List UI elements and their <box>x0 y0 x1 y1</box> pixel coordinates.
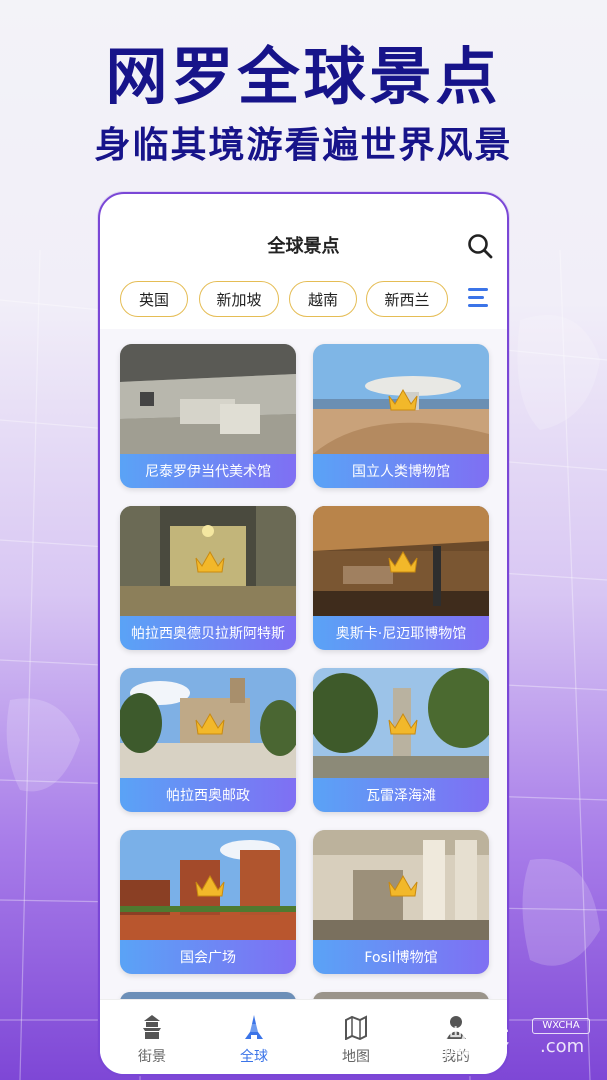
vip-crown-icon <box>195 874 225 897</box>
search-icon <box>468 234 493 259</box>
search-button[interactable] <box>466 232 494 260</box>
attraction-card[interactable]: 尼泰罗伊当代美术馆 <box>120 344 296 488</box>
vip-crown-icon <box>388 874 418 897</box>
vip-crown-icon <box>388 388 418 411</box>
pagoda-icon <box>143 1015 161 1039</box>
attraction-card[interactable]: 奥斯卡·尼迈耶博物馆 <box>313 506 489 650</box>
watermark-badge: WXCHA <box>532 1018 590 1034</box>
vip-crown-icon <box>195 550 225 573</box>
attraction-card[interactable]: Fosil博物馆 <box>313 830 489 974</box>
site-watermark: 微茶 WXCHA .com <box>440 1010 600 1064</box>
attraction-name: 尼泰罗伊当代美术馆 <box>120 454 296 488</box>
tab-global[interactable]: 全球 <box>224 1010 284 1070</box>
country-filter-chips: 英国 新加坡 越南 新西兰 <box>120 281 500 317</box>
tower-icon <box>245 1015 263 1039</box>
tab-label: 全球 <box>240 1049 268 1065</box>
top-bar: 全球景点 <box>100 194 507 289</box>
attraction-name: 国立人类博物馆 <box>313 454 489 488</box>
tab-label: 街景 <box>138 1049 166 1065</box>
attraction-card[interactable]: 帕拉西奥德贝拉斯阿特斯 <box>120 506 296 650</box>
map-icon <box>345 1015 367 1040</box>
attraction-name: 帕拉西奥德贝拉斯阿特斯 <box>120 616 296 650</box>
attraction-photo <box>120 344 296 454</box>
watermark-text: 微茶 <box>440 1024 512 1064</box>
attraction-card[interactable] <box>120 992 296 999</box>
filter-menu-button[interactable] <box>468 288 492 310</box>
hero-title: 网罗全球景点 <box>105 40 502 113</box>
tab-street-view[interactable]: 街景 <box>122 1010 182 1070</box>
attraction-card[interactable]: 国立人类博物馆 <box>313 344 489 488</box>
attraction-card[interactable]: 帕拉西奥邮政 <box>120 668 296 812</box>
chip-singapore[interactable]: 新加坡 <box>199 281 279 317</box>
vip-crown-icon <box>388 712 418 735</box>
chip-uk[interactable]: 英国 <box>120 281 188 317</box>
vip-crown-icon <box>388 550 418 573</box>
tab-map[interactable]: 地图 <box>326 1010 386 1070</box>
chip-new-zealand[interactable]: 新西兰 <box>366 281 448 317</box>
tab-label: 地图 <box>342 1049 370 1065</box>
attraction-card[interactable]: 国会广场 <box>120 830 296 974</box>
page-title: 全球景点 <box>267 236 340 257</box>
attraction-grid[interactable]: 尼泰罗伊当代美术馆 国立人类博物馆 帕拉西奥德贝拉斯阿特斯 奥斯卡·尼迈耶博物馆… <box>100 329 507 999</box>
vip-crown-icon <box>195 712 225 735</box>
attraction-name: Fosil博物馆 <box>313 940 489 974</box>
hero-subtitle: 身临其境游看遍世界风景 <box>94 125 513 166</box>
attraction-name: 奥斯卡·尼迈耶博物馆 <box>313 616 489 650</box>
watermark-domain: .com <box>540 1036 585 1057</box>
chip-vietnam[interactable]: 越南 <box>289 281 357 317</box>
attraction-name: 瓦雷泽海滩 <box>313 778 489 812</box>
attraction-card[interactable]: 瓦雷泽海滩 <box>313 668 489 812</box>
phone-frame: 全球景点 英国 新加坡 越南 新西兰 尼泰罗伊当代美术馆 国立人类博物馆 帕拉西… <box>98 192 509 1076</box>
attraction-name: 帕拉西奥邮政 <box>120 778 296 812</box>
attraction-name: 国会广场 <box>120 940 296 974</box>
attraction-card[interactable] <box>313 992 489 999</box>
